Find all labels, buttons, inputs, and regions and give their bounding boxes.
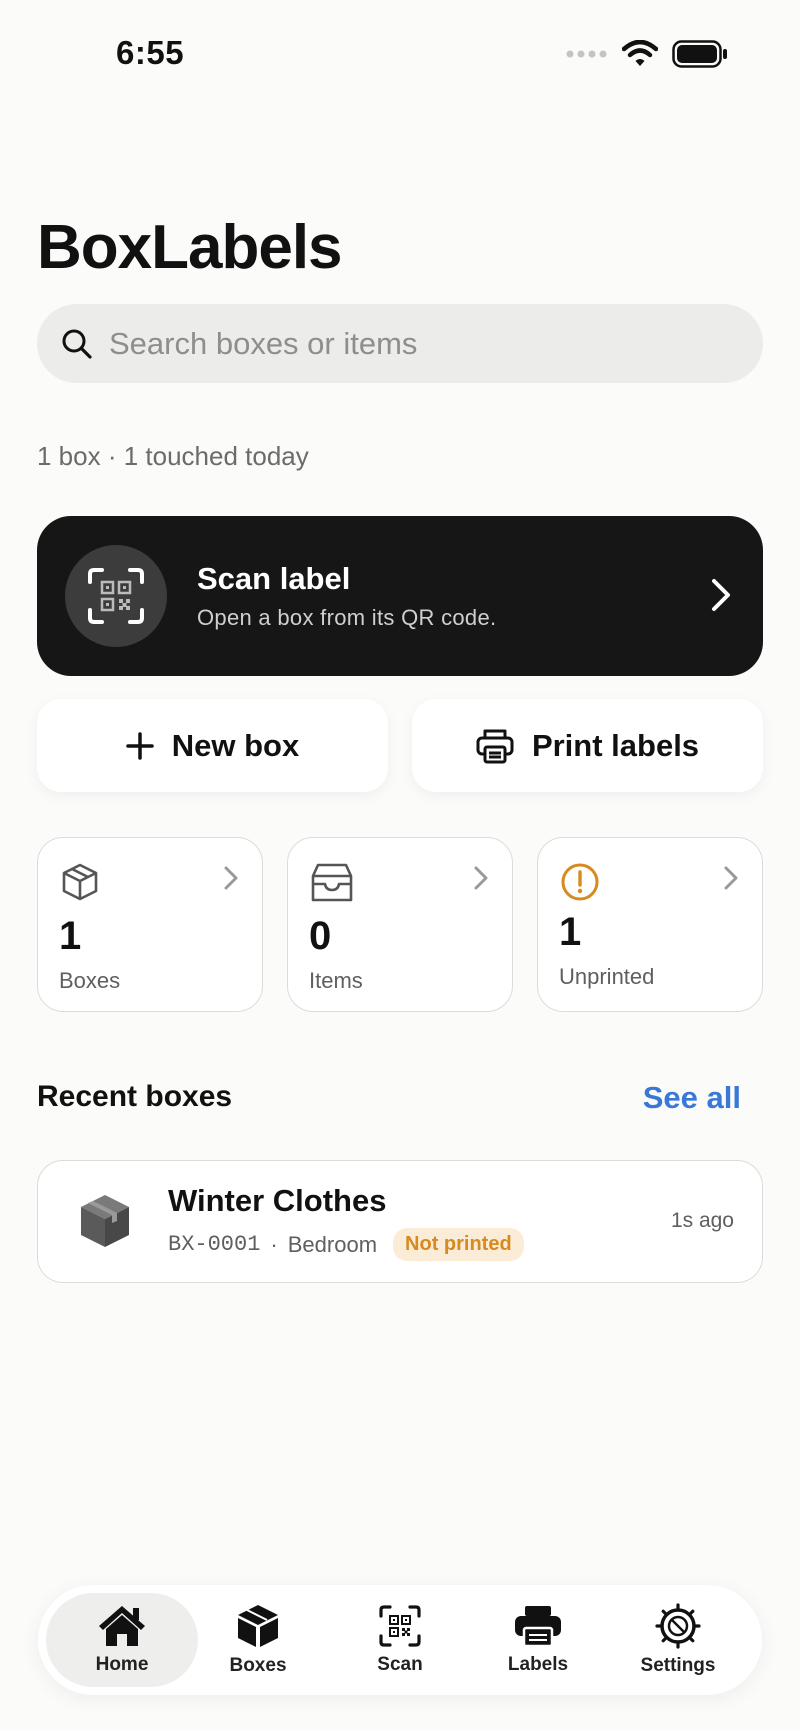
wifi-icon <box>622 40 658 66</box>
box-name: Winter Clothes <box>168 1183 387 1218</box>
scan-subtitle: Open a box from its QR code. <box>197 605 497 630</box>
stat-label: Boxes <box>59 968 121 993</box>
tab-label: Home <box>95 1654 149 1675</box>
box-icon <box>62 863 98 901</box>
signal-icon <box>566 50 607 58</box>
meta-separator: · <box>270 1231 278 1257</box>
summary-text: 1 box · 1 touched today <box>37 441 309 471</box>
scan-text: Scan label Open a box from its QR code. <box>197 561 496 631</box>
box-timestamp: 1s ago <box>670 1209 734 1232</box>
stat-card-boxes[interactable]: 1 Boxes <box>37 837 263 1012</box>
page-title: BoxLabels <box>37 213 343 282</box>
chevron-right-icon <box>224 866 238 890</box>
battery-icon <box>672 40 727 68</box>
status-badge: Not printed <box>393 1228 524 1261</box>
search-icon <box>62 329 92 359</box>
scan-icon-circle <box>65 545 167 647</box>
printer-icon <box>476 729 514 763</box>
qr-scan-icon <box>379 1605 421 1647</box>
tab-label: Scan <box>377 1654 423 1675</box>
stat-value: 1 <box>59 914 82 958</box>
tab-label: Labels <box>507 1654 569 1675</box>
qr-scan-icon <box>88 568 144 624</box>
chevron-right-icon <box>712 579 730 611</box>
new-box-label: New box <box>171 727 300 763</box>
recent-boxes-heading: Recent boxes <box>37 1080 233 1113</box>
new-box-button[interactable]: New box <box>37 699 388 792</box>
tab-scan[interactable]: Scan <box>324 1593 476 1687</box>
status-icons <box>566 40 728 68</box>
stat-card-items[interactable]: 0 Items <box>287 837 513 1012</box>
tab-settings[interactable]: Settings <box>602 1593 754 1687</box>
box-icon <box>81 1195 129 1247</box>
gear-icon <box>655 1603 701 1649</box>
see-all-link[interactable]: See all <box>643 1080 741 1116</box>
stat-card-unprinted[interactable]: 1 Unprinted <box>537 837 763 1012</box>
tab-label: Boxes <box>229 1655 287 1676</box>
tab-label: Settings <box>640 1655 716 1676</box>
box-meta: BX-0001 · Bedroom Not printed <box>168 1228 524 1261</box>
tab-bar: Home Boxes Scan Labels Settings <box>38 1585 762 1695</box>
tab-home[interactable]: Home <box>46 1593 198 1687</box>
stat-value: 0 <box>309 914 332 958</box>
box-code: BX-0001 <box>168 1232 261 1257</box>
stat-value: 1 <box>559 910 582 954</box>
search-placeholder: Search boxes or items <box>109 325 418 361</box>
print-labels-label: Print labels <box>531 727 700 763</box>
tray-icon <box>311 863 353 902</box>
scan-title: Scan label <box>197 561 351 596</box>
status-time: 6:55 <box>116 34 185 71</box>
tab-labels[interactable]: Labels <box>462 1593 614 1687</box>
printer-icon <box>515 1606 561 1648</box>
print-labels-button[interactable]: Print labels <box>412 699 763 792</box>
chevron-right-icon <box>724 866 738 890</box>
home-screen: 6:55 BoxLabels Search boxes or items 1 b… <box>0 0 800 1731</box>
chevron-right-icon <box>474 866 488 890</box>
search-input[interactable]: Search boxes or items <box>37 304 763 383</box>
scan-label-card[interactable]: Scan label Open a box from its QR code. <box>37 516 763 676</box>
plus-icon <box>126 731 154 760</box>
list-item[interactable]: Winter Clothes BX-0001 · Bedroom Not pri… <box>37 1160 763 1283</box>
stat-label: Items <box>309 968 363 993</box>
home-icon <box>99 1606 145 1646</box>
box-icon <box>238 1605 278 1647</box>
alert-icon <box>561 863 599 901</box>
tab-boxes[interactable]: Boxes <box>182 1593 334 1687</box>
stat-label: Unprinted <box>559 964 655 989</box>
box-location: Bedroom <box>287 1231 378 1257</box>
